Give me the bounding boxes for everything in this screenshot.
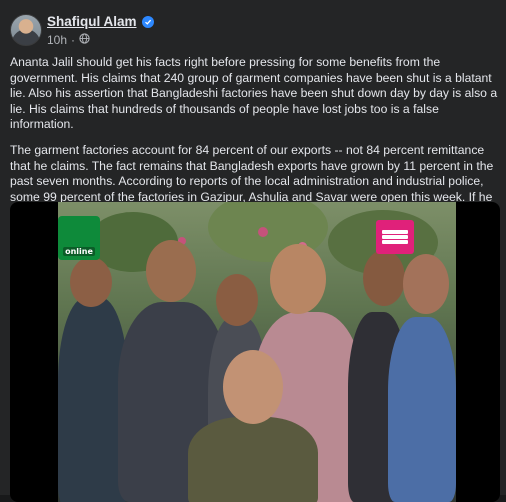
meta-separator: ·: [71, 33, 76, 47]
author-name[interactable]: Shafiqul Alam: [47, 14, 137, 29]
verified-badge-icon: [141, 15, 154, 28]
post-video[interactable]: online: [10, 202, 500, 502]
post-paragraph-1: Ananta Jalil should get his facts right …: [10, 55, 498, 132]
channel-logo-left: online: [58, 216, 100, 260]
author-avatar[interactable]: [10, 14, 42, 46]
channel-logo-text: online: [63, 247, 95, 256]
post-header: Shafiqul Alam 10h ·: [10, 14, 490, 50]
video-frame-image: online: [58, 202, 456, 502]
channel-logo-right: [376, 220, 414, 254]
post-meta: 10h ·: [47, 33, 90, 47]
facebook-post: Shafiqul Alam 10h · Ananta Jalil should …: [0, 0, 506, 502]
globe-icon[interactable]: [79, 33, 90, 47]
author-line: Shafiqul Alam: [47, 14, 154, 29]
post-time[interactable]: 10h: [47, 33, 67, 47]
